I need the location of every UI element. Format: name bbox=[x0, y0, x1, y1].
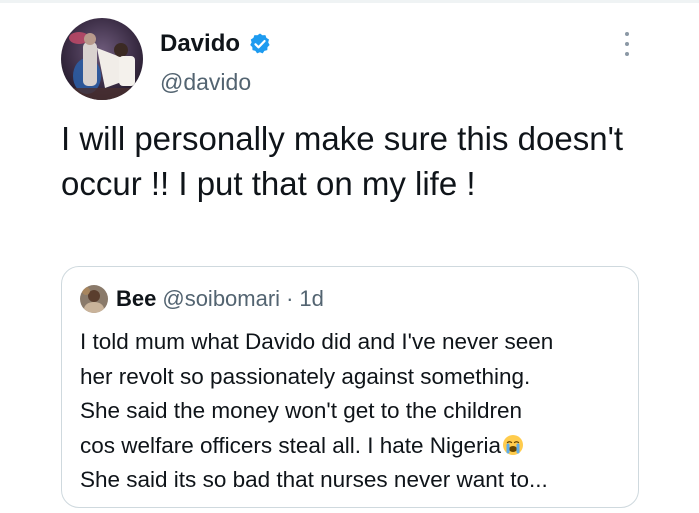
avatar-photo-icon bbox=[61, 18, 143, 100]
quoted-text-line: her revolt so passionately against somet… bbox=[80, 363, 531, 389]
quoted-text-line: I told mum what Davido did and I've neve… bbox=[80, 329, 554, 354]
quoted-text-line: She said its so bad that nurses never wa… bbox=[80, 467, 548, 492]
quoted-tweet-header: Bee @soibomari · 1d bbox=[80, 285, 324, 313]
top-divider bbox=[0, 0, 699, 3]
verified-badge-icon bbox=[248, 32, 272, 56]
quoted-text-line: She said the money won't get to the chil… bbox=[80, 398, 523, 423]
avatar-photo-icon bbox=[80, 285, 108, 313]
quoted-tweet-text: I told mum what Davido did and I've neve… bbox=[80, 325, 628, 498]
author-handle[interactable]: @davido bbox=[160, 69, 251, 96]
quoted-text-line-with-emoji: cos welfare officers steal all. I hate N… bbox=[80, 429, 628, 464]
author-name-row[interactable]: Davido bbox=[160, 30, 272, 58]
tweet-text: I will personally make sure this doesn't… bbox=[61, 120, 624, 202]
meta-separator: · bbox=[286, 286, 294, 311]
author-name[interactable]: Davido bbox=[160, 30, 240, 58]
author-avatar[interactable] bbox=[61, 18, 143, 100]
quoted-timestamp[interactable]: 1d bbox=[299, 286, 323, 312]
more-options-icon[interactable] bbox=[620, 32, 634, 56]
quoted-author-name[interactable]: Bee bbox=[116, 286, 156, 312]
loudly-crying-face-icon bbox=[502, 432, 524, 455]
quoted-author-handle[interactable]: @soibomari bbox=[162, 286, 280, 312]
quoted-author-avatar[interactable] bbox=[80, 285, 108, 313]
quoted-tweet-card[interactable]: Bee @soibomari · 1d I told mum what Davi… bbox=[61, 266, 639, 508]
quoted-text-line: cos welfare officers steal all. I hate N… bbox=[80, 432, 502, 458]
